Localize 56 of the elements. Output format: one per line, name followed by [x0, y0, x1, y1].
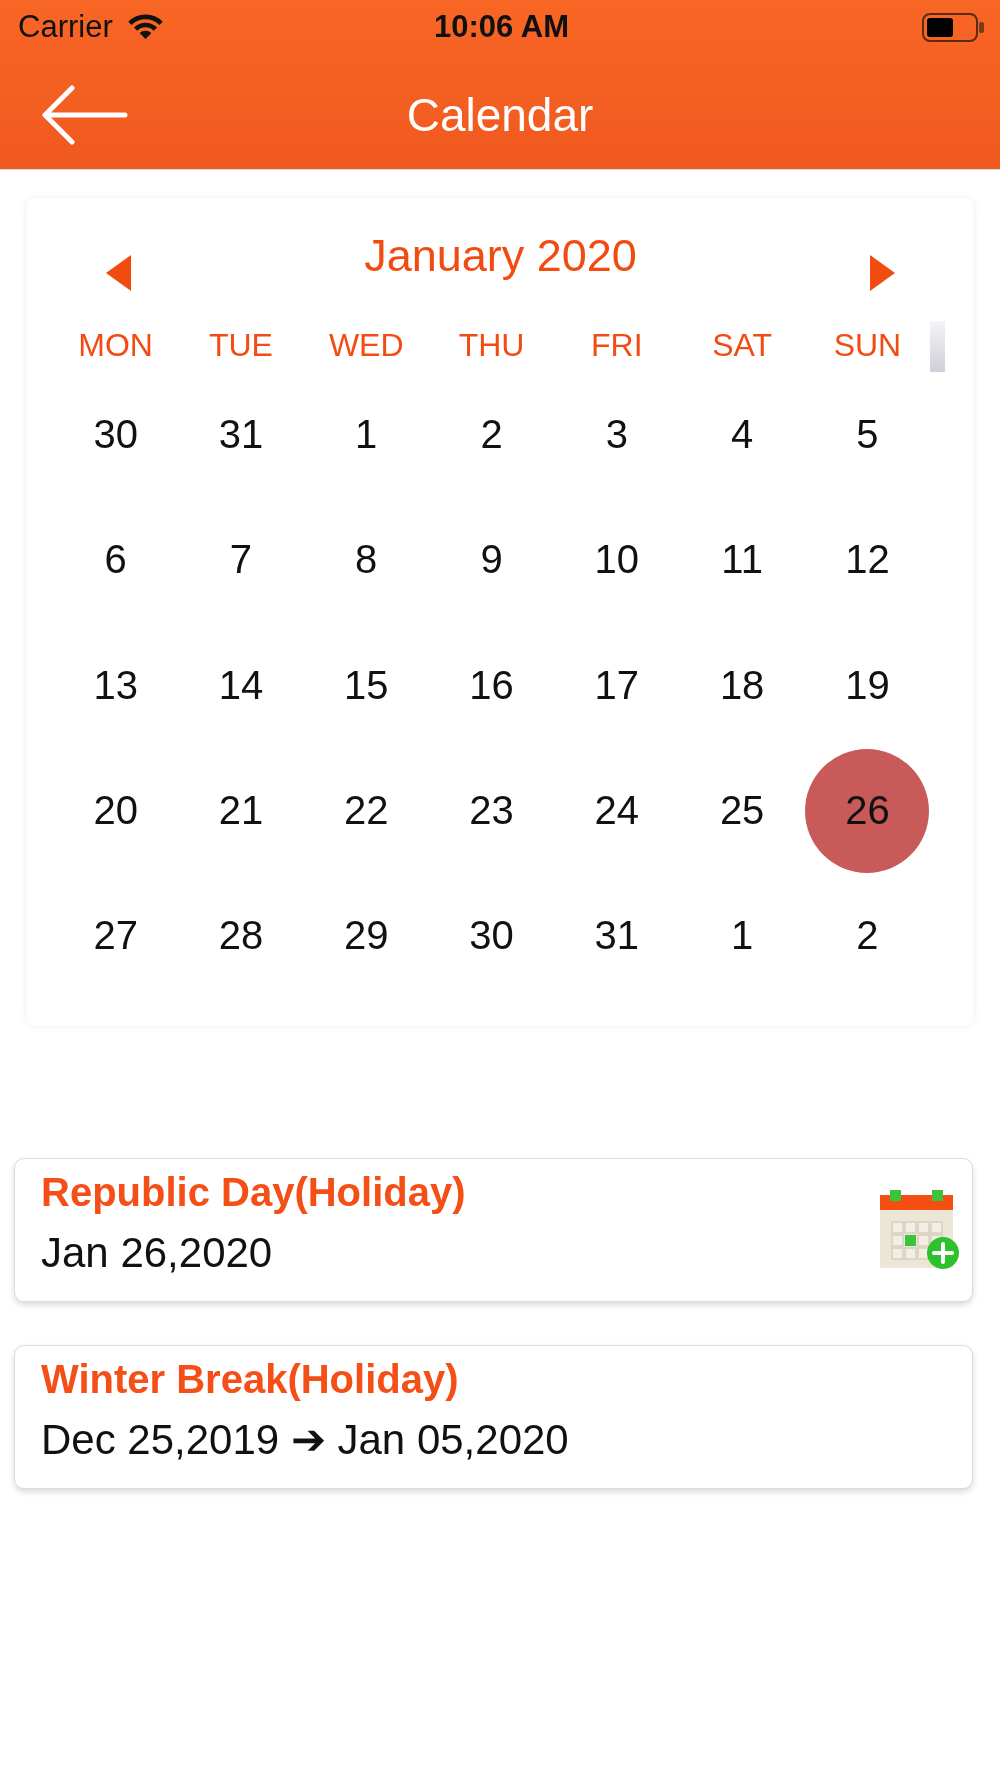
- calendar-day[interactable]: 30: [469, 913, 514, 959]
- left-triangle-icon[interactable]: [106, 255, 131, 291]
- calendar-day[interactable]: 2: [856, 913, 879, 959]
- calendar-day[interactable]: 27: [93, 913, 138, 959]
- event-date: Jan 26,2020: [41, 1228, 273, 1278]
- battery-icon: [922, 12, 985, 42]
- calendar-day[interactable]: 23: [469, 788, 514, 834]
- calendar-add-icon[interactable]: [880, 1190, 960, 1270]
- back-arrow-icon[interactable]: [42, 84, 128, 145]
- weekday-label: THU: [458, 326, 525, 364]
- calendar-day[interactable]: 24: [594, 788, 640, 834]
- calendar-day[interactable]: 2: [480, 412, 503, 458]
- calendar-day[interactable]: 11: [721, 537, 763, 583]
- calendar-day[interactable]: 4: [731, 412, 754, 458]
- calendar-day[interactable]: 29: [344, 913, 389, 959]
- calendar-day[interactable]: 15: [344, 662, 389, 708]
- right-triangle-icon[interactable]: [870, 255, 895, 291]
- calendar-day[interactable]: 21: [218, 788, 264, 834]
- calendar-day[interactable]: 31: [218, 412, 264, 458]
- screen-title: Calendar: [406, 87, 594, 143]
- month-title: January 2020: [364, 230, 637, 282]
- event-title: Republic Day(Holiday): [41, 1169, 466, 1216]
- calendar-day[interactable]: 12: [845, 537, 890, 583]
- calendar-day[interactable]: 18: [719, 662, 765, 708]
- weekday-label: SAT: [712, 326, 773, 364]
- calendar-day[interactable]: 28: [218, 913, 264, 959]
- calendar-day[interactable]: 5: [856, 412, 879, 458]
- calendar-day[interactable]: 10: [594, 537, 640, 583]
- calendar-day[interactable]: 22: [344, 788, 389, 834]
- carrier-name: Carrier: [18, 9, 113, 45]
- calendar-day[interactable]: 26: [805, 748, 930, 873]
- calendar-day[interactable]: 1: [355, 412, 378, 458]
- calendar-day[interactable]: 17: [594, 662, 640, 708]
- calendar-day[interactable]: 20: [93, 788, 138, 834]
- calendar-day[interactable]: 25: [719, 788, 765, 834]
- weekday-label: WED: [328, 326, 404, 364]
- calendar-day[interactable]: 14: [218, 662, 264, 708]
- calendar-day[interactable]: 3: [605, 412, 628, 458]
- calendar-day[interactable]: 8: [355, 537, 378, 583]
- weekday-label: SUN: [833, 326, 902, 364]
- calendar-day[interactable]: 7: [229, 537, 253, 583]
- event-title: Winter Break(Holiday): [41, 1356, 459, 1403]
- calendar-day[interactable]: 31: [594, 913, 640, 959]
- calendar-day[interactable]: 1: [731, 913, 754, 959]
- weekday-label: MON: [78, 326, 153, 364]
- calendar-day[interactable]: 9: [480, 537, 503, 583]
- calendar-day[interactable]: 16: [469, 662, 514, 708]
- scroll-indicator: [930, 321, 946, 372]
- calendar-day[interactable]: 19: [845, 662, 890, 708]
- weekday-label: TUE: [208, 326, 273, 364]
- weekday-label: FRI: [591, 326, 643, 364]
- calendar-day[interactable]: 6: [104, 537, 127, 583]
- event-date: Dec 25,2019 ➔ Jan 05,2020: [41, 1415, 569, 1465]
- status-time: 10:06 AM: [434, 9, 569, 45]
- calendar-day[interactable]: 13: [93, 662, 138, 708]
- calendar-day[interactable]: 30: [93, 412, 138, 458]
